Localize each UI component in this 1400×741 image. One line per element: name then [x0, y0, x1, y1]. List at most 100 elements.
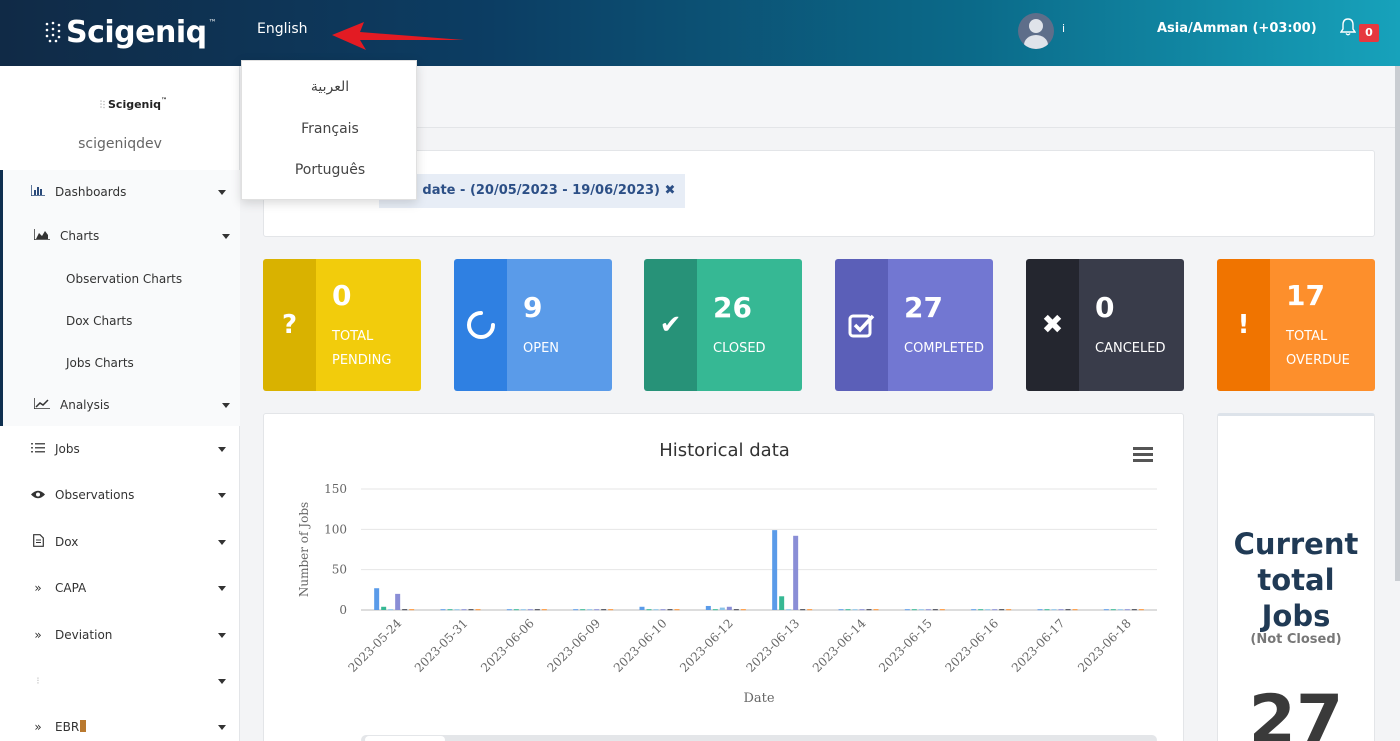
bell-icon[interactable]	[1340, 18, 1356, 36]
sidebar-item-dox-charts[interactable]: Dox Charts	[0, 306, 240, 336]
stat-card-overdue[interactable]: ! 17 TOTAL OVERDUE	[1217, 259, 1375, 391]
stat-label: CLOSED	[713, 341, 766, 356]
stat-card-open[interactable]: 9 OPEN	[454, 259, 612, 391]
stat-card-pending[interactable]: ? 0 TOTAL PENDING	[263, 259, 421, 391]
chart-bar	[608, 609, 614, 611]
historical-chart-panel: Historical data 0 50 100 150 Number of Jobs D…	[263, 413, 1184, 741]
user-name[interactable]: i	[1062, 22, 1065, 35]
sidebar-item-label: EBR	[55, 720, 87, 734]
stat-card-closed[interactable]: ✔ 26 CLOSED	[644, 259, 802, 391]
x-tick-label: 2023-06-13	[743, 616, 802, 675]
sidebar-item-label: Observation Charts	[66, 272, 183, 286]
language-dropdown: العربية Français Português	[241, 60, 417, 200]
chart-bar	[587, 609, 593, 611]
filter-panel: tion date - (20/05/2023 - 19/06/2023) ✖	[263, 150, 1375, 237]
notification-badge[interactable]: 0	[1359, 24, 1379, 42]
x-tick-label: 2023-06-17	[1009, 616, 1068, 675]
chart-bar	[468, 609, 474, 611]
chart-bar	[601, 609, 607, 611]
list-icon	[30, 442, 46, 456]
chart-bar	[726, 606, 732, 610]
chart-bar	[520, 609, 526, 611]
chart-bar	[1103, 609, 1109, 611]
stat-card-completed[interactable]: 27 COMPLETED	[835, 259, 993, 391]
date-filter-chip[interactable]: tion date - (20/05/2023 - 19/06/2023) ✖	[379, 174, 686, 208]
chart-bar	[1044, 609, 1050, 611]
stat-label: PENDING	[332, 353, 392, 368]
x-tick-label: 2023-06-10	[611, 616, 670, 675]
x-tick-label: 2023-05-24	[345, 616, 404, 675]
chart-bar	[1006, 609, 1012, 611]
current-total-title-line: Current	[1233, 527, 1359, 561]
language-option-portuguese[interactable]: Português	[242, 162, 418, 178]
page-scrollbar[interactable]	[1395, 66, 1400, 581]
chart-bar	[904, 609, 910, 611]
chart-bar	[660, 609, 666, 611]
chart-bar	[513, 609, 519, 611]
question-icon: ?	[281, 310, 298, 340]
chart-bar	[639, 606, 645, 610]
chart-bar	[925, 609, 931, 611]
stat-label: CANCELED	[1095, 341, 1166, 356]
chart-scrollbar-thumb[interactable]	[365, 736, 445, 741]
sidebar-item-observation-charts[interactable]: Observation Charts	[0, 264, 240, 294]
ebr-marker	[80, 720, 87, 732]
sidebar-item-jobs[interactable]: Jobs	[0, 434, 240, 464]
timezone-label[interactable]: Asia/Amman (+03:00)	[1157, 21, 1317, 36]
language-option-arabic[interactable]: العربية	[242, 79, 418, 95]
sidebar-item-blank[interactable]: ⁝	[0, 666, 240, 696]
sidebar-item-label: Observations	[55, 488, 135, 502]
app-logo[interactable]: Scigeniq ™	[44, 12, 217, 52]
historical-bar-chart: 050100150Number of JobsDate2023-05-24 202…	[297, 482, 1157, 706]
chevron-down-icon	[218, 632, 226, 638]
chart-bar	[1065, 609, 1071, 611]
current-total-title: Current total Jobs	[1218, 526, 1374, 634]
x-tick-label: 2023-05-31	[412, 616, 471, 675]
chart-bar	[719, 607, 725, 610]
sidebar-item-deviation[interactable]: » Deviation	[0, 620, 240, 650]
sidebar-item-capa[interactable]: » CAPA	[0, 573, 240, 603]
sidebar-item-ebr[interactable]: » EBR	[0, 712, 240, 741]
sidebar-item-analysis[interactable]: Analysis	[0, 390, 240, 420]
language-option-french[interactable]: Français	[242, 121, 418, 137]
sidebar-item-label: Analysis	[60, 398, 110, 412]
logo-trademark: ™	[208, 17, 217, 27]
sidebar-item-jobs-charts[interactable]: Jobs Charts	[0, 348, 240, 378]
sidebar-item-label: Deviation	[55, 628, 113, 642]
check-square-icon	[835, 259, 888, 391]
chevron-down-icon	[218, 678, 226, 684]
y-tick-label: 100	[324, 522, 347, 536]
chart-bar	[1110, 609, 1116, 611]
current-total-panel: Current total Jobs (Not Closed) 27	[1217, 413, 1375, 741]
language-selector[interactable]: English	[257, 21, 308, 37]
sidebar-item-dox[interactable]: Dox	[0, 527, 240, 557]
stat-card-canceled[interactable]: ✖ 0 CANCELED	[1026, 259, 1184, 391]
sidebar-logo-dots-icon	[100, 100, 105, 109]
y-tick-label: 50	[332, 563, 347, 577]
chart-bar	[534, 609, 540, 611]
chevron-down-icon	[222, 402, 230, 408]
user-avatar[interactable]	[1018, 13, 1054, 49]
bar-chart-icon	[30, 185, 46, 199]
chart-bar	[580, 609, 586, 611]
exclamation-icon: !	[1237, 310, 1250, 340]
sidebar-item-dashboards[interactable]: Dashboards	[0, 177, 240, 207]
chart-bar	[653, 609, 659, 611]
chart-scrollbar[interactable]	[361, 735, 1157, 741]
chart-bar	[793, 535, 799, 610]
chart-bar	[1131, 609, 1137, 611]
chart-bar	[527, 609, 533, 611]
stat-value: 0	[332, 279, 352, 312]
sidebar-item-observations[interactable]: Observations	[0, 480, 240, 510]
chart-bar	[1117, 609, 1123, 611]
chart-bar	[1072, 609, 1078, 611]
chart-bar	[1058, 609, 1064, 611]
sidebar-logo: Scigeniq ™	[100, 97, 167, 111]
sidebar-item-label: Dox Charts	[66, 314, 133, 328]
chart-bar	[800, 609, 806, 611]
chart-bar	[440, 609, 446, 611]
chevron-down-icon	[222, 233, 230, 239]
sidebar-item-charts[interactable]: Charts	[0, 221, 240, 251]
stat-label: OVERDUE	[1286, 353, 1350, 368]
chart-bar	[807, 609, 813, 611]
